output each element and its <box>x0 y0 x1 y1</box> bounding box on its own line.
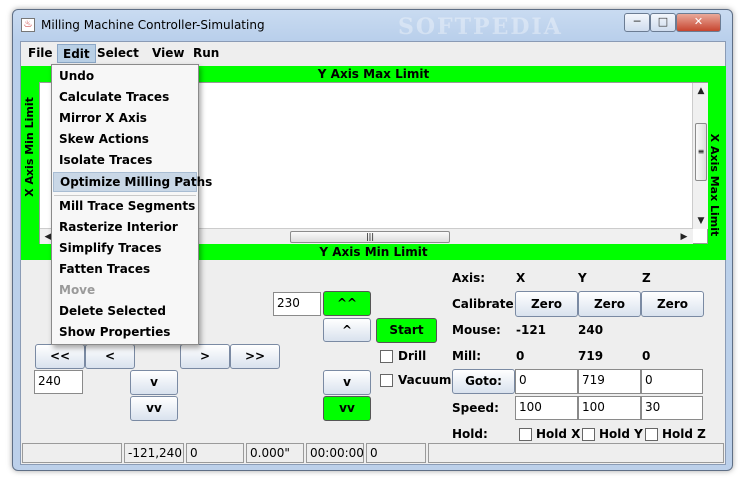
watermark: SOFTPEDIA <box>398 14 563 40</box>
goto-button[interactable]: Goto: <box>452 369 515 394</box>
mouse-x-value: -121 <box>516 323 547 337</box>
jog-right-fast-button[interactable]: >> <box>230 344 280 369</box>
status-cell-message <box>22 443 122 463</box>
menu-item-mirror-x-axis[interactable]: Mirror X Axis <box>53 109 197 129</box>
menu-file[interactable]: File <box>23 44 58 63</box>
y-step-field[interactable]: 230 <box>273 292 321 316</box>
scroll-down-icon[interactable]: ▼ <box>693 213 709 229</box>
menu-bar: File Edit Select View Run <box>21 42 725 64</box>
up-button[interactable]: ^ <box>323 318 371 342</box>
hold-z-label: Hold Z <box>662 427 706 441</box>
mouse-y-value: 240 <box>578 323 604 337</box>
mouse-label: Mouse: <box>452 323 501 337</box>
menu-item-move: Move <box>59 283 96 297</box>
drill-label: Drill <box>398 349 427 363</box>
maximize-button[interactable]: □ <box>650 13 676 32</box>
scroll-right-icon[interactable]: ▶ <box>676 229 692 245</box>
hold-y-checkbox[interactable] <box>582 428 595 441</box>
speed-x-field[interactable]: 100 <box>515 396 578 420</box>
x-step-field[interactable]: 240 <box>34 370 83 394</box>
jog-left-fast-button[interactable]: << <box>35 344 85 369</box>
scroll-up-icon[interactable]: ▲ <box>693 83 709 99</box>
jog-down-button[interactable]: v <box>130 370 178 395</box>
close-button[interactable]: ✕ <box>676 13 721 32</box>
menu-item-calculate-traces[interactable]: Calculate Traces <box>53 88 197 108</box>
status-cell-time: 00:00:00 <box>306 443 364 463</box>
mill-label: Mill: <box>452 349 482 363</box>
menu-select[interactable]: Select <box>92 44 144 63</box>
up-fast-button[interactable]: ^^ <box>323 291 371 316</box>
z-down-fast-button[interactable]: vv <box>323 396 371 421</box>
status-cell-position: -121,240 <box>124 443 184 463</box>
speed-z-field[interactable]: 30 <box>641 396 703 420</box>
java-app-icon: ♨ <box>21 18 35 32</box>
menu-view[interactable]: View <box>147 44 189 63</box>
calibrate-label: Calibrate: <box>452 297 519 311</box>
menu-item-show-properties[interactable]: Show Properties <box>53 323 197 343</box>
menu-item-delete-selected[interactable]: Delete Selected <box>53 302 197 322</box>
zero-z-button[interactable]: Zero <box>641 291 704 317</box>
menu-item-fatten-traces[interactable]: Fatten Traces <box>53 260 197 280</box>
jog-down-fast-button[interactable]: vv <box>130 396 178 421</box>
menu-item-isolate-traces[interactable]: Isolate Traces <box>53 151 197 171</box>
speed-label: Speed: <box>452 401 499 415</box>
axis-label: Axis: <box>452 271 486 285</box>
start-button[interactable]: Start <box>376 318 437 343</box>
minimize-button[interactable]: ─ <box>624 13 650 32</box>
status-cell-length: 0.000" <box>246 443 304 463</box>
x-axis-max-limit: X Axis Max Limit <box>708 133 721 237</box>
mill-z-value: 0 <box>642 349 651 363</box>
axis-y-header: Y <box>578 271 587 285</box>
vertical-scroll-thumb[interactable]: ≡ <box>695 123 707 181</box>
z-down-button[interactable]: v <box>323 370 371 395</box>
jog-left-button[interactable]: < <box>85 344 135 369</box>
jog-right-button[interactable]: > <box>180 344 230 369</box>
x-axis-min-limit: X Axis Min Limit <box>23 97 36 197</box>
goto-z-field[interactable]: 0 <box>641 369 703 394</box>
menu-item-skew-actions[interactable]: Skew Actions <box>53 130 197 150</box>
menu-edit[interactable]: Edit <box>57 44 96 63</box>
status-cell-index: 0 <box>366 443 426 463</box>
menu-item-optimize-milling-paths[interactable]: Optimize Milling Paths <box>53 172 212 192</box>
window-title: Milling Machine Controller-Simulating <box>41 18 265 32</box>
mill-x-value: 0 <box>516 349 525 363</box>
zero-x-button[interactable]: Zero <box>515 291 578 317</box>
drill-checkbox[interactable] <box>380 350 393 363</box>
axis-x-header: X <box>516 271 526 285</box>
menu-run[interactable]: Run <box>188 44 224 63</box>
hold-y-label: Hold Y <box>599 427 643 441</box>
hold-x-label: Hold X <box>536 427 581 441</box>
status-cell-count: 0 <box>186 443 244 463</box>
hold-x-checkbox[interactable] <box>519 428 532 441</box>
menu-item-simplify-traces[interactable]: Simplify Traces <box>53 239 197 259</box>
vertical-scrollbar[interactable]: ▲ ≡ ▼ <box>692 83 708 229</box>
vacuum-checkbox[interactable] <box>380 374 393 387</box>
menu-item-mill-trace-segments[interactable]: Mill Trace Segments <box>53 197 197 217</box>
title-bar[interactable]: ♨ Milling Machine Controller-Simulating … <box>13 10 732 40</box>
hold-z-checkbox[interactable] <box>645 428 658 441</box>
horizontal-scroll-thumb[interactable]: ||| <box>290 231 450 243</box>
goto-x-field[interactable]: 0 <box>515 369 578 394</box>
status-bar: -121,240 0 0.000" 00:00:00 0 <box>21 442 725 464</box>
hold-label: Hold: <box>452 427 488 441</box>
status-cell-extra <box>428 443 724 463</box>
goto-y-field[interactable]: 719 <box>578 369 641 394</box>
mill-y-value: 719 <box>578 349 604 363</box>
axis-z-header: Z <box>642 271 651 285</box>
vacuum-label: Vacuum <box>398 373 452 387</box>
edit-menu-dropdown: Undo Calculate Traces Mirror X Axis Skew… <box>51 64 212 345</box>
zero-y-button[interactable]: Zero <box>578 291 641 317</box>
menu-item-rasterize-interior[interactable]: Rasterize Interior <box>53 218 197 238</box>
menu-separator <box>54 195 196 196</box>
menu-item-undo[interactable]: Undo <box>53 67 197 87</box>
speed-y-field[interactable]: 100 <box>578 396 641 420</box>
